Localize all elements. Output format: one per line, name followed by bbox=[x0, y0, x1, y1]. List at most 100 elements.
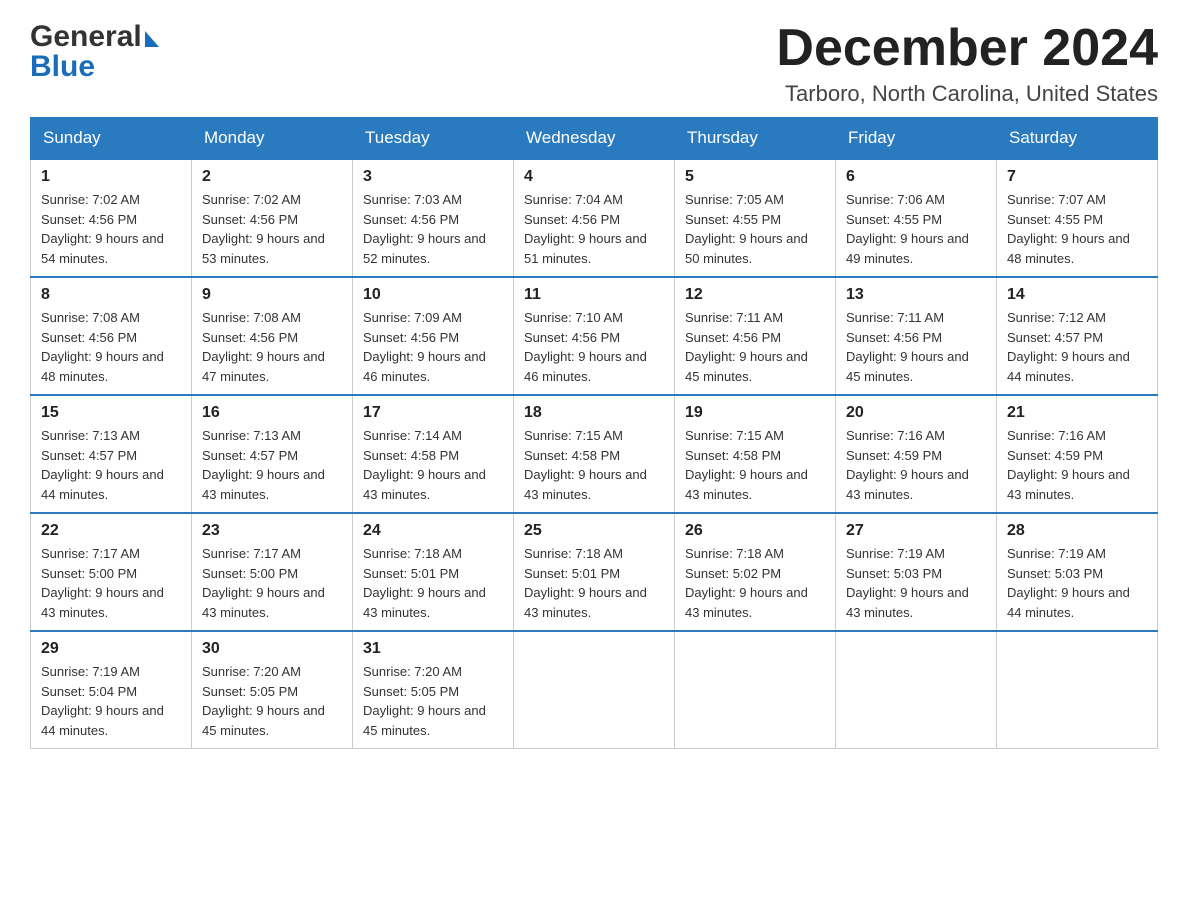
day-number: 24 bbox=[363, 522, 503, 540]
calendar-cell: 12 Sunrise: 7:11 AM Sunset: 4:56 PM Dayl… bbox=[675, 277, 836, 395]
daylight-label: Daylight: 9 hours and 45 minutes. bbox=[202, 703, 325, 738]
daylight-label: Daylight: 9 hours and 51 minutes. bbox=[524, 231, 647, 266]
sunrise-label: Sunrise: 7:08 AM bbox=[41, 310, 140, 325]
sunset-label: Sunset: 5:01 PM bbox=[524, 566, 620, 581]
calendar-cell: 20 Sunrise: 7:16 AM Sunset: 4:59 PM Dayl… bbox=[836, 395, 997, 513]
page-header: General Blue December 2024 Tarboro, Nort… bbox=[30, 20, 1158, 107]
sunrise-label: Sunrise: 7:20 AM bbox=[363, 664, 462, 679]
sunrise-label: Sunrise: 7:04 AM bbox=[524, 192, 623, 207]
sunrise-label: Sunrise: 7:16 AM bbox=[846, 428, 945, 443]
day-info: Sunrise: 7:09 AM Sunset: 4:56 PM Dayligh… bbox=[363, 308, 503, 386]
calendar-cell: 30 Sunrise: 7:20 AM Sunset: 5:05 PM Dayl… bbox=[192, 631, 353, 749]
sunset-label: Sunset: 4:59 PM bbox=[1007, 448, 1103, 463]
day-info: Sunrise: 7:02 AM Sunset: 4:56 PM Dayligh… bbox=[41, 190, 181, 268]
day-info: Sunrise: 7:12 AM Sunset: 4:57 PM Dayligh… bbox=[1007, 308, 1147, 386]
calendar-table: SundayMondayTuesdayWednesdayThursdayFrid… bbox=[30, 117, 1158, 749]
day-info: Sunrise: 7:18 AM Sunset: 5:01 PM Dayligh… bbox=[363, 544, 503, 622]
calendar-cell: 9 Sunrise: 7:08 AM Sunset: 4:56 PM Dayli… bbox=[192, 277, 353, 395]
sunrise-label: Sunrise: 7:16 AM bbox=[1007, 428, 1106, 443]
sunrise-label: Sunrise: 7:12 AM bbox=[1007, 310, 1106, 325]
daylight-label: Daylight: 9 hours and 43 minutes. bbox=[846, 467, 969, 502]
sunrise-label: Sunrise: 7:15 AM bbox=[685, 428, 784, 443]
sunset-label: Sunset: 4:55 PM bbox=[846, 212, 942, 227]
sunset-label: Sunset: 4:57 PM bbox=[41, 448, 137, 463]
day-info: Sunrise: 7:06 AM Sunset: 4:55 PM Dayligh… bbox=[846, 190, 986, 268]
calendar-cell: 24 Sunrise: 7:18 AM Sunset: 5:01 PM Dayl… bbox=[353, 513, 514, 631]
day-number: 11 bbox=[524, 286, 664, 304]
location-title: Tarboro, North Carolina, United States bbox=[776, 81, 1158, 107]
sunrise-label: Sunrise: 7:19 AM bbox=[41, 664, 140, 679]
calendar-cell: 8 Sunrise: 7:08 AM Sunset: 4:56 PM Dayli… bbox=[31, 277, 192, 395]
daylight-label: Daylight: 9 hours and 43 minutes. bbox=[846, 585, 969, 620]
day-info: Sunrise: 7:13 AM Sunset: 4:57 PM Dayligh… bbox=[41, 426, 181, 504]
week-row-3: 15 Sunrise: 7:13 AM Sunset: 4:57 PM Dayl… bbox=[31, 395, 1158, 513]
day-number: 23 bbox=[202, 522, 342, 540]
day-info: Sunrise: 7:17 AM Sunset: 5:00 PM Dayligh… bbox=[41, 544, 181, 622]
day-number: 13 bbox=[846, 286, 986, 304]
weekday-header-thursday: Thursday bbox=[675, 118, 836, 160]
day-number: 7 bbox=[1007, 168, 1147, 186]
daylight-label: Daylight: 9 hours and 43 minutes. bbox=[202, 467, 325, 502]
week-row-1: 1 Sunrise: 7:02 AM Sunset: 4:56 PM Dayli… bbox=[31, 159, 1158, 277]
day-number: 12 bbox=[685, 286, 825, 304]
calendar-cell bbox=[836, 631, 997, 749]
calendar-cell: 17 Sunrise: 7:14 AM Sunset: 4:58 PM Dayl… bbox=[353, 395, 514, 513]
day-number: 28 bbox=[1007, 522, 1147, 540]
day-number: 1 bbox=[41, 168, 181, 186]
calendar-cell: 31 Sunrise: 7:20 AM Sunset: 5:05 PM Dayl… bbox=[353, 631, 514, 749]
day-number: 9 bbox=[202, 286, 342, 304]
calendar-cell: 18 Sunrise: 7:15 AM Sunset: 4:58 PM Dayl… bbox=[514, 395, 675, 513]
day-info: Sunrise: 7:08 AM Sunset: 4:56 PM Dayligh… bbox=[202, 308, 342, 386]
day-info: Sunrise: 7:19 AM Sunset: 5:03 PM Dayligh… bbox=[846, 544, 986, 622]
sunset-label: Sunset: 4:56 PM bbox=[524, 212, 620, 227]
logo-general-text: General bbox=[30, 20, 142, 54]
day-info: Sunrise: 7:20 AM Sunset: 5:05 PM Dayligh… bbox=[202, 662, 342, 740]
daylight-label: Daylight: 9 hours and 43 minutes. bbox=[41, 585, 164, 620]
daylight-label: Daylight: 9 hours and 43 minutes. bbox=[524, 585, 647, 620]
day-number: 21 bbox=[1007, 404, 1147, 422]
sunrise-label: Sunrise: 7:09 AM bbox=[363, 310, 462, 325]
day-number: 27 bbox=[846, 522, 986, 540]
sunrise-label: Sunrise: 7:19 AM bbox=[1007, 546, 1106, 561]
sunset-label: Sunset: 5:00 PM bbox=[202, 566, 298, 581]
sunset-label: Sunset: 4:59 PM bbox=[846, 448, 942, 463]
day-number: 17 bbox=[363, 404, 503, 422]
sunrise-label: Sunrise: 7:13 AM bbox=[202, 428, 301, 443]
calendar-cell: 28 Sunrise: 7:19 AM Sunset: 5:03 PM Dayl… bbox=[997, 513, 1158, 631]
sunrise-label: Sunrise: 7:17 AM bbox=[202, 546, 301, 561]
sunrise-label: Sunrise: 7:03 AM bbox=[363, 192, 462, 207]
logo-arrow-icon bbox=[145, 31, 159, 47]
day-number: 10 bbox=[363, 286, 503, 304]
daylight-label: Daylight: 9 hours and 46 minutes. bbox=[363, 349, 486, 384]
sunset-label: Sunset: 4:58 PM bbox=[363, 448, 459, 463]
logo-blue-text: Blue bbox=[30, 50, 95, 84]
title-block: December 2024 Tarboro, North Carolina, U… bbox=[776, 20, 1158, 107]
sunrise-label: Sunrise: 7:02 AM bbox=[202, 192, 301, 207]
day-number: 31 bbox=[363, 640, 503, 658]
daylight-label: Daylight: 9 hours and 48 minutes. bbox=[1007, 231, 1130, 266]
sunrise-label: Sunrise: 7:05 AM bbox=[685, 192, 784, 207]
day-number: 22 bbox=[41, 522, 181, 540]
daylight-label: Daylight: 9 hours and 47 minutes. bbox=[202, 349, 325, 384]
sunset-label: Sunset: 4:56 PM bbox=[202, 212, 298, 227]
calendar-cell: 25 Sunrise: 7:18 AM Sunset: 5:01 PM Dayl… bbox=[514, 513, 675, 631]
day-info: Sunrise: 7:16 AM Sunset: 4:59 PM Dayligh… bbox=[1007, 426, 1147, 504]
day-info: Sunrise: 7:13 AM Sunset: 4:57 PM Dayligh… bbox=[202, 426, 342, 504]
daylight-label: Daylight: 9 hours and 43 minutes. bbox=[524, 467, 647, 502]
sunset-label: Sunset: 4:55 PM bbox=[685, 212, 781, 227]
day-info: Sunrise: 7:19 AM Sunset: 5:03 PM Dayligh… bbox=[1007, 544, 1147, 622]
day-number: 25 bbox=[524, 522, 664, 540]
sunset-label: Sunset: 5:03 PM bbox=[1007, 566, 1103, 581]
calendar-cell: 7 Sunrise: 7:07 AM Sunset: 4:55 PM Dayli… bbox=[997, 159, 1158, 277]
sunrise-label: Sunrise: 7:18 AM bbox=[524, 546, 623, 561]
daylight-label: Daylight: 9 hours and 44 minutes. bbox=[41, 703, 164, 738]
sunset-label: Sunset: 4:56 PM bbox=[363, 330, 459, 345]
calendar-cell: 19 Sunrise: 7:15 AM Sunset: 4:58 PM Dayl… bbox=[675, 395, 836, 513]
daylight-label: Daylight: 9 hours and 46 minutes. bbox=[524, 349, 647, 384]
day-info: Sunrise: 7:10 AM Sunset: 4:56 PM Dayligh… bbox=[524, 308, 664, 386]
sunrise-label: Sunrise: 7:17 AM bbox=[41, 546, 140, 561]
day-info: Sunrise: 7:14 AM Sunset: 4:58 PM Dayligh… bbox=[363, 426, 503, 504]
sunrise-label: Sunrise: 7:14 AM bbox=[363, 428, 462, 443]
week-row-4: 22 Sunrise: 7:17 AM Sunset: 5:00 PM Dayl… bbox=[31, 513, 1158, 631]
day-number: 18 bbox=[524, 404, 664, 422]
